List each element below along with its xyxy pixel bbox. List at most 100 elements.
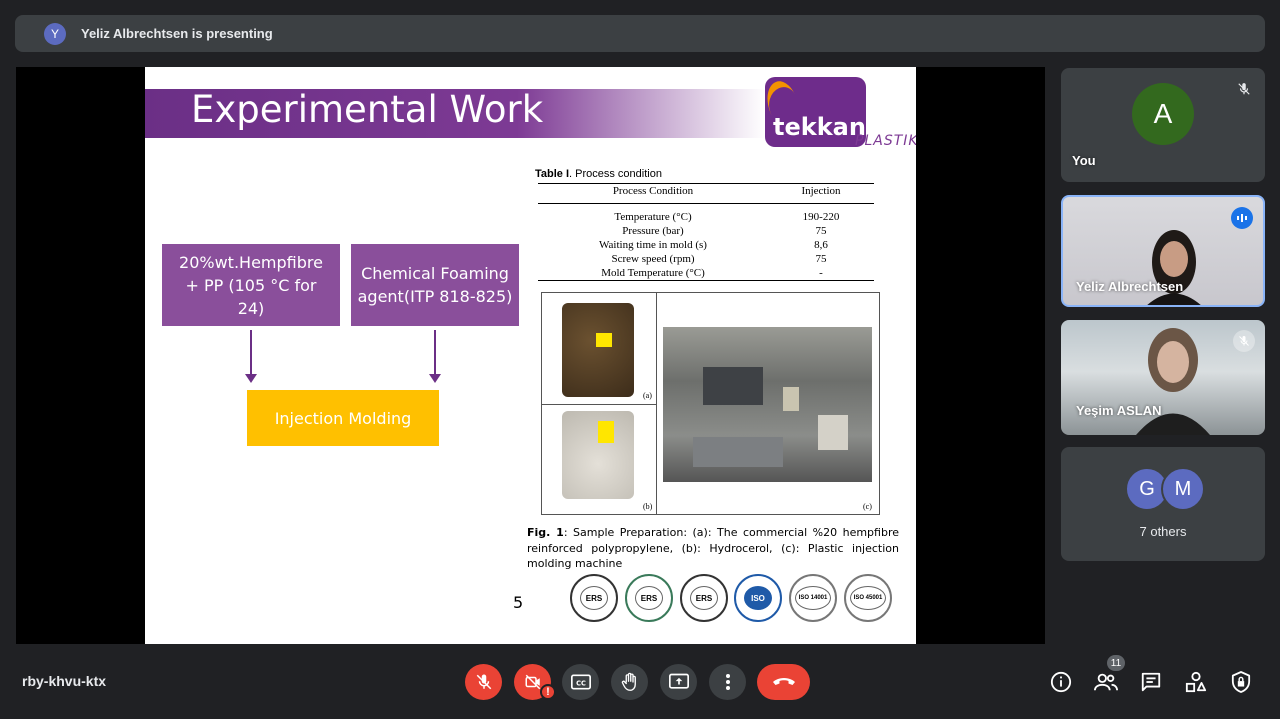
- seal-text: ISO 14001: [795, 586, 831, 610]
- meeting-details-button[interactable]: [1049, 670, 1073, 694]
- certification-seal: ISO 14001: [789, 574, 837, 622]
- participant-name: Yeşim ASLAN: [1076, 403, 1162, 418]
- table-caption-bold: Table I: [535, 168, 570, 180]
- figure-caption: Fig. 1: Sample Preparation: (a): The com…: [527, 525, 899, 572]
- leave-call-button[interactable]: [757, 664, 810, 700]
- more-options-button[interactable]: [709, 664, 746, 700]
- arrow-down-icon: [245, 330, 257, 383]
- figure-label-c: (c): [863, 502, 872, 511]
- mic-off-icon: [1233, 78, 1255, 100]
- certification-seal: ISO 45001: [844, 574, 892, 622]
- table-caption: Table I. Process condition: [535, 168, 662, 180]
- seal-text: ERS: [690, 586, 718, 610]
- table-cell: 75: [815, 253, 827, 265]
- participant-name: Yeliz Albrechtsen: [1076, 279, 1184, 294]
- hempfibre-bag-image: [562, 303, 634, 397]
- seal-text: ERS: [635, 586, 663, 610]
- mic-off-icon: [476, 674, 491, 690]
- slide-page-number: 5: [513, 593, 524, 612]
- machine-panel: [818, 415, 848, 450]
- participant-tile-yeliz[interactable]: Yeliz Albrechtsen: [1061, 195, 1265, 307]
- machine-panel: [693, 437, 783, 467]
- bag-label: [598, 421, 614, 443]
- tekkan-logo: tekkan: [765, 77, 866, 147]
- certification-seal: ERS: [570, 574, 618, 622]
- flow-box-hempfibre-label: 20%wt.Hempfibre + PP (105 °C for 24): [179, 252, 323, 318]
- participant-tile-yesim[interactable]: Yeşim ASLAN: [1061, 320, 1265, 435]
- participant-tile-you[interactable]: A You: [1061, 68, 1265, 182]
- call-end-icon: [772, 678, 795, 685]
- seal-text: ERS: [580, 586, 608, 610]
- hand-icon: [621, 672, 636, 691]
- flow-box-hempfibre: 20%wt.Hempfibre + PP (105 °C for 24): [162, 244, 340, 326]
- table-cell: -: [819, 267, 823, 279]
- captions-button[interactable]: CC: [562, 664, 599, 700]
- chat-button[interactable]: [1139, 670, 1163, 694]
- table-header-cell: Process Condition: [612, 185, 694, 197]
- flow-box-foaming: Chemical Foaming agent(ITP 818-825): [351, 244, 519, 326]
- presenting-banner: Y Yeliz Albrechtsen is presenting: [15, 15, 1265, 52]
- table-header-cell: Injection: [801, 185, 841, 197]
- info-icon: [1050, 671, 1072, 693]
- table-cell: Temperature (°C): [614, 211, 692, 223]
- host-controls-button[interactable]: [1229, 670, 1253, 694]
- mic-toggle-button[interactable]: [465, 664, 502, 700]
- present-screen-icon: [668, 673, 689, 689]
- hydrocerol-bag-image: [562, 411, 634, 499]
- logo-sub-text: PLASTIK: [855, 133, 916, 149]
- participant-name: You: [1072, 153, 1096, 168]
- table-cell: 190-220: [802, 211, 840, 223]
- arrow-down-icon: [429, 330, 441, 383]
- participant-tile-others[interactable]: G M 7 others: [1061, 447, 1265, 561]
- present-screen-button[interactable]: [660, 664, 697, 700]
- participant-video-yeliz: [1147, 230, 1201, 305]
- figure-divider: [656, 293, 657, 514]
- figure-label-a: (a): [643, 391, 652, 400]
- table-row: Temperature (°C) 190-220: [538, 210, 874, 224]
- others-count-label: 7 others: [1139, 524, 1187, 539]
- table-cell: Pressure (bar): [622, 225, 684, 237]
- speaking-indicator-icon: [1231, 207, 1253, 229]
- shield-lock-icon: [1231, 671, 1251, 693]
- svg-text:CC: CC: [576, 679, 586, 687]
- table-header: Process Condition Injection: [538, 183, 874, 204]
- certification-seal: ERS: [680, 574, 728, 622]
- flow-box-injection-label: Injection Molding: [274, 408, 412, 428]
- people-button[interactable]: [1094, 670, 1118, 694]
- table-row: Mold Temperature (°C) -: [538, 266, 874, 280]
- seal-text: ISO 45001: [850, 586, 886, 610]
- people-icon: [1094, 673, 1118, 691]
- bag-label: [596, 333, 612, 347]
- seal-text: ISO: [744, 586, 772, 610]
- figure-label-b: (b): [643, 502, 653, 511]
- table-row: Pressure (bar) 75: [538, 224, 874, 238]
- activities-icon: [1185, 671, 1207, 693]
- table-cell: 8,6: [814, 239, 828, 251]
- table-cell: Waiting time in mold (s): [599, 239, 707, 251]
- more-vert-icon: [725, 674, 730, 690]
- figure-caption-bold: Fig. 1: [527, 526, 564, 539]
- logo-main-text: tekkan: [773, 113, 866, 141]
- participant-avatar: M: [1161, 467, 1205, 511]
- raise-hand-button[interactable]: [611, 664, 648, 700]
- mic-off-icon: [1233, 330, 1255, 352]
- process-table: Process Condition Injection Temperature …: [538, 183, 874, 281]
- people-count-badge: 11: [1107, 655, 1125, 671]
- table-body: Temperature (°C) 190-220 Pressure (bar) 75…: [538, 207, 874, 281]
- closed-captions-icon: CC: [570, 674, 591, 690]
- camera-alert-badge: !: [540, 684, 556, 700]
- table-cell: Screw speed (rpm): [611, 253, 695, 265]
- meeting-code: rby-khvu-ktx: [22, 673, 107, 689]
- participant-video-yesim: [1136, 328, 1210, 435]
- presenting-text: Yeliz Albrechtsen is presenting: [81, 26, 273, 41]
- figure-caption-text: : Sample Preparation: (a): The commercia…: [527, 526, 899, 570]
- activities-button[interactable]: [1184, 670, 1208, 694]
- sample-figure: (a) (b) (c): [541, 292, 880, 515]
- injection-machine-image: [663, 327, 872, 482]
- flow-box-injection: Injection Molding: [247, 390, 439, 446]
- machine-panel: [703, 367, 763, 405]
- presenter-avatar: Y: [44, 22, 66, 45]
- presentation-slide: Experimental Work tekkan PLASTIK 20%wt.H…: [145, 67, 916, 644]
- table-cell: 75: [815, 225, 827, 237]
- slide-title: Experimental Work: [191, 88, 544, 131]
